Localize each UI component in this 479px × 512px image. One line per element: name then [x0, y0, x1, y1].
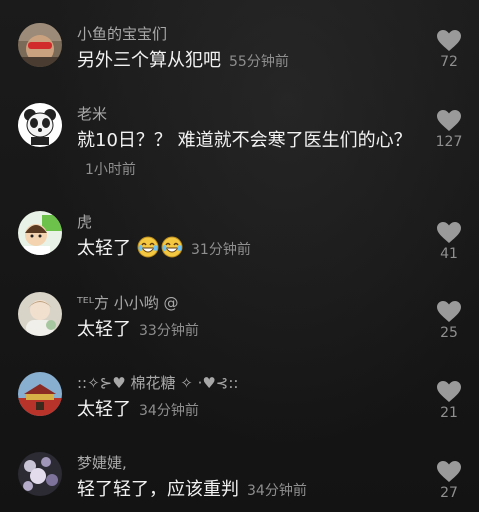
- username[interactable]: 老米: [77, 103, 107, 124]
- like-button[interactable]: 72: [431, 29, 467, 70]
- comment-body: 就10日？？ 难道就不会寒了医生们的心？: [77, 130, 412, 151]
- comment-text: 轻了轻了，应该重判 34分钟前: [77, 476, 422, 505]
- heart-icon: [437, 461, 461, 482]
- comment-body: 太轻了: [77, 319, 131, 340]
- comment-item: 小鱼的宝宝们 另外三个算从犯吧 55分钟前 72: [0, 23, 479, 93]
- heart-icon: [437, 30, 461, 51]
- comment-timestamp: 55分钟前: [229, 54, 289, 70]
- comment-timestamp: 33分钟前: [139, 323, 199, 339]
- comment-timestamp: 34分钟前: [139, 403, 199, 419]
- comment-text: 就10日？？ 难道就不会寒了医生们的心？ 1小时前: [77, 127, 422, 184]
- user-avatar[interactable]: [18, 103, 62, 147]
- comment-timestamp: 31分钟前: [191, 242, 251, 258]
- username[interactable]: 虎: [77, 211, 92, 232]
- heart-icon: [437, 381, 461, 402]
- comment-text: 太轻了 31分钟前: [77, 235, 422, 264]
- comment-body: 太轻了: [77, 399, 131, 420]
- comment-item: 老米 就10日？？ 难道就不会寒了医生们的心？ 1小时前 127: [0, 103, 479, 193]
- like-button[interactable]: 25: [431, 300, 467, 341]
- username[interactable]: ᵀᴱᴸ方 小小哟 @: [77, 292, 179, 313]
- like-count: 25: [440, 325, 458, 341]
- heart-icon: [437, 301, 461, 322]
- laughing-crying-emoji-icon: [137, 236, 159, 258]
- user-avatar[interactable]: [18, 23, 62, 67]
- comment-item: 梦婕婕, 轻了轻了，应该重判 34分钟前 27: [0, 452, 479, 512]
- comment-text: 太轻了 33分钟前: [77, 316, 422, 345]
- username[interactable]: ::✧⊱♥ 棉花糖 ✧ ·♥⊰::: [77, 372, 238, 393]
- comment-item: ::✧⊱♥ 棉花糖 ✧ ·♥⊰:: 太轻了 34分钟前 21: [0, 372, 479, 442]
- like-button[interactable]: 127: [431, 109, 467, 150]
- comment-body: 另外三个算从犯吧: [77, 50, 221, 71]
- comment-text: 另外三个算从犯吧 55分钟前: [77, 47, 422, 76]
- comment-item: ᵀᴱᴸ方 小小哟 @ 太轻了 33分钟前 25: [0, 292, 479, 362]
- like-count: 27: [440, 485, 458, 501]
- comment-body: 轻了轻了，应该重判: [77, 479, 239, 500]
- like-count: 41: [440, 246, 458, 262]
- username[interactable]: 梦婕婕,: [77, 452, 127, 473]
- like-button[interactable]: 27: [431, 460, 467, 501]
- user-avatar[interactable]: [18, 452, 62, 496]
- username[interactable]: 小鱼的宝宝们: [77, 23, 167, 44]
- heart-icon: [437, 222, 461, 243]
- user-avatar[interactable]: [18, 211, 62, 255]
- user-avatar[interactable]: [18, 372, 62, 416]
- comment-timestamp: 34分钟前: [247, 483, 307, 499]
- comment-list: 小鱼的宝宝们 另外三个算从犯吧 55分钟前 72 老米 就10日？？ 难道就不会寒: [0, 0, 479, 512]
- like-count: 21: [440, 405, 458, 421]
- heart-icon: [437, 110, 461, 131]
- user-avatar[interactable]: [18, 292, 62, 336]
- like-button[interactable]: 21: [431, 380, 467, 421]
- comment-body: 太轻了: [77, 238, 131, 259]
- laughing-crying-emoji-icon: [161, 236, 183, 258]
- comment-item: 虎 太轻了 31分钟前 41: [0, 211, 479, 281]
- like-count: 72: [440, 54, 458, 70]
- like-count: 127: [435, 134, 463, 150]
- comment-text: 太轻了 34分钟前: [77, 396, 422, 425]
- comment-timestamp: 1小时前: [85, 162, 136, 178]
- like-button[interactable]: 41: [431, 221, 467, 262]
